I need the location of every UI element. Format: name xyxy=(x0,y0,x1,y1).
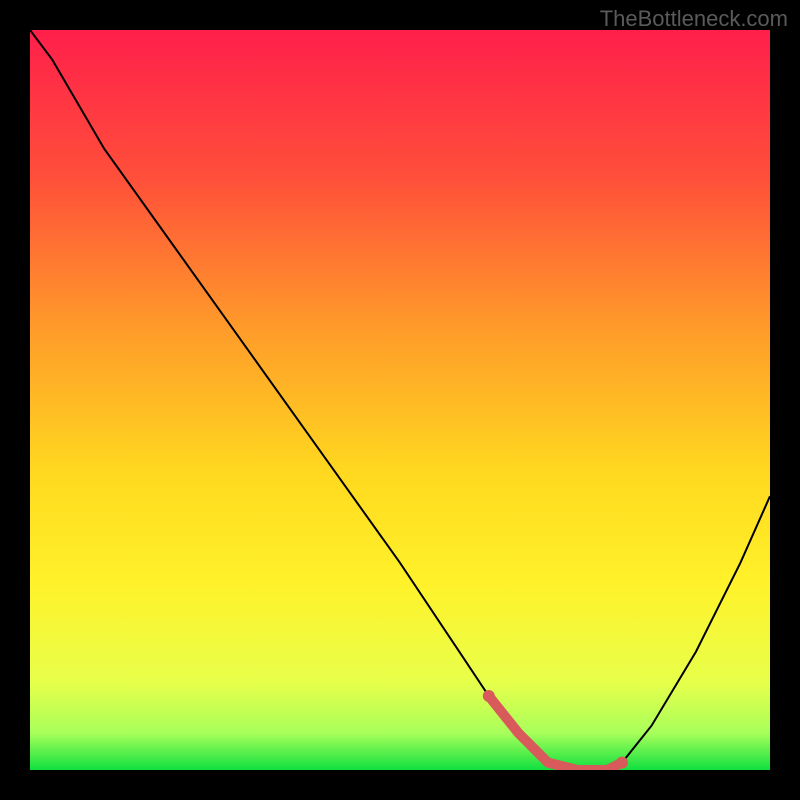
highlight-endpoint xyxy=(616,757,628,769)
watermark-text: TheBottleneck.com xyxy=(600,6,788,32)
highlight-endpoint xyxy=(483,690,495,702)
bottleneck-chart xyxy=(30,30,770,770)
chart-background xyxy=(30,30,770,770)
chart-svg xyxy=(30,30,770,770)
